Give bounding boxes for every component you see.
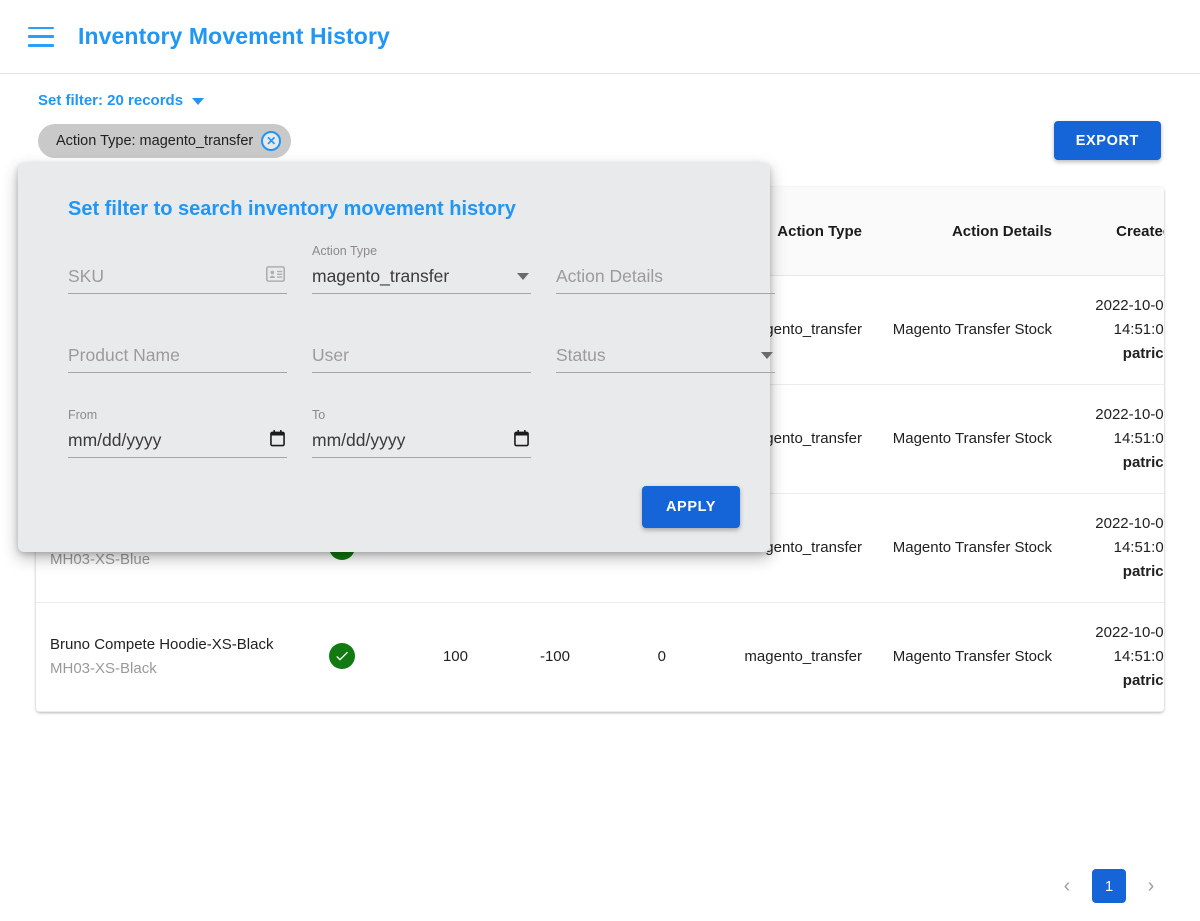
pagination: ‹ 1 › — [1054, 869, 1164, 903]
status-placeholder: Status — [556, 345, 606, 366]
created-date: 2022-10-06 — [1095, 297, 1164, 314]
field-from-date: From mm/dd/yyyy — [68, 407, 287, 458]
field-label-spacer — [312, 322, 531, 339]
cell-action-details: Magento Transfer Stock — [876, 494, 1066, 603]
calendar-icon[interactable] — [514, 430, 529, 452]
field-to-date: To mm/dd/yyyy — [312, 407, 531, 458]
field-user: User — [312, 322, 531, 373]
filter-chip-action-type[interactable]: Action Type: magento_transfer ✕ — [38, 124, 291, 158]
filter-chip-label: Action Type: magento_transfer — [56, 133, 253, 149]
field-label-spacer — [556, 322, 775, 339]
product-name-input[interactable]: Product Name — [68, 339, 287, 373]
created-time: 14:51:08 — [1114, 648, 1164, 665]
field-sku: SKU — [68, 243, 287, 294]
field-label-spacer — [68, 322, 287, 339]
action-type-select[interactable]: magento_transfer — [312, 260, 531, 294]
user-input[interactable]: User — [312, 339, 531, 373]
action-details-input[interactable]: Action Details — [556, 260, 775, 294]
column-header-action-details[interactable]: Action Details — [876, 187, 1066, 276]
chevron-right-icon[interactable]: › — [1138, 871, 1164, 901]
user-placeholder: User — [312, 345, 349, 366]
field-label-spacer — [68, 243, 287, 260]
cell-created: 2022-10-06 14:51:08 patrick — [1066, 385, 1164, 494]
created-time: 14:51:08 — [1114, 430, 1164, 447]
created-date: 2022-10-06 — [1095, 515, 1164, 532]
cell-created: 2022-10-06 14:51:08 patrick — [1066, 494, 1164, 603]
created-time: 14:51:08 — [1114, 539, 1164, 556]
field-label-spacer — [556, 243, 775, 260]
field-action-details: Action Details — [556, 243, 775, 294]
close-circle-icon[interactable]: ✕ — [261, 131, 281, 151]
chevron-down-icon — [517, 273, 529, 280]
table-row[interactable]: Bruno Compete Hoodie-XS-Black MH03-XS-Bl… — [36, 603, 1164, 712]
action-type-value: magento_transfer — [312, 266, 449, 287]
from-date-input[interactable]: mm/dd/yyyy — [68, 424, 287, 458]
from-label: From — [68, 407, 287, 424]
export-button[interactable]: EXPORT — [1054, 121, 1161, 160]
action-details-placeholder: Action Details — [556, 266, 663, 287]
check-circle-icon — [329, 643, 355, 669]
field-action-type: Action Type magento_transfer — [312, 243, 531, 294]
to-date-input[interactable]: mm/dd/yyyy — [312, 424, 531, 458]
sku-input[interactable]: SKU — [68, 260, 287, 294]
filter-dialog-title: Set filter to search inventory movement … — [68, 198, 740, 221]
cell-qty: 100 — [388, 603, 482, 712]
page-number-1[interactable]: 1 — [1092, 869, 1126, 903]
created-date: 2022-10-06 — [1095, 624, 1164, 641]
cell-change: -100 — [482, 603, 584, 712]
created-user: patrick — [1080, 342, 1164, 366]
field-product-name: Product Name — [68, 322, 287, 373]
set-filter-toggle[interactable]: Set filter: 20 records — [38, 92, 204, 109]
cell-action-type: magento_transfer — [680, 603, 876, 712]
product-sku: MH03-XS-Black — [50, 657, 282, 681]
product-name-placeholder: Product Name — [68, 345, 180, 366]
filter-dialog: Set filter to search inventory movement … — [18, 163, 770, 552]
chevron-down-icon — [192, 98, 204, 105]
cell-created: 2022-10-06 14:51:08 patrick — [1066, 276, 1164, 385]
action-type-label: Action Type — [312, 243, 531, 260]
cell-product: Bruno Compete Hoodie-XS-Black MH03-XS-Bl… — [36, 603, 296, 712]
chevron-down-icon — [761, 352, 773, 359]
created-user: patrick — [1080, 560, 1164, 584]
status-select[interactable]: Status — [556, 339, 775, 373]
active-filter-chips: Action Type: magento_transfer ✕ — [38, 124, 1200, 158]
cell-action-details: Magento Transfer Stock — [876, 603, 1066, 712]
to-date-placeholder: mm/dd/yyyy — [312, 430, 405, 451]
created-time: 14:51:08 — [1114, 321, 1164, 338]
created-date: 2022-10-06 — [1095, 406, 1164, 423]
cell-action-details: Magento Transfer Stock — [876, 276, 1066, 385]
cell-created: 2022-10-06 14:51:08 patrick — [1066, 603, 1164, 712]
apply-filter-button[interactable]: APPLY — [642, 486, 740, 528]
created-user: patrick — [1080, 669, 1164, 693]
chevron-left-icon[interactable]: ‹ — [1054, 871, 1080, 901]
from-date-placeholder: mm/dd/yyyy — [68, 430, 161, 451]
hamburger-icon[interactable] — [28, 27, 54, 47]
cell-new-qty: 0 — [584, 603, 680, 712]
filter-fields-grid: SKU Action Type magento_transfer — [48, 243, 740, 486]
contact-card-icon[interactable] — [266, 266, 285, 287]
calendar-icon[interactable] — [270, 430, 285, 452]
to-label: To — [312, 407, 531, 424]
cell-status — [296, 603, 388, 712]
cell-action-details: Magento Transfer Stock — [876, 385, 1066, 494]
page-title: Inventory Movement History — [78, 23, 390, 50]
product-name: Bruno Compete Hoodie-XS-Black — [50, 633, 282, 657]
created-user: patrick — [1080, 451, 1164, 475]
filter-bar: Set filter: 20 records Action Type: mage… — [0, 74, 1200, 158]
set-filter-label: Set filter: 20 records — [38, 92, 183, 109]
column-header-created[interactable]: Created — [1066, 187, 1164, 276]
field-status: Status — [556, 322, 775, 373]
sku-placeholder: SKU — [68, 266, 104, 287]
app-bar: Inventory Movement History — [0, 0, 1200, 74]
